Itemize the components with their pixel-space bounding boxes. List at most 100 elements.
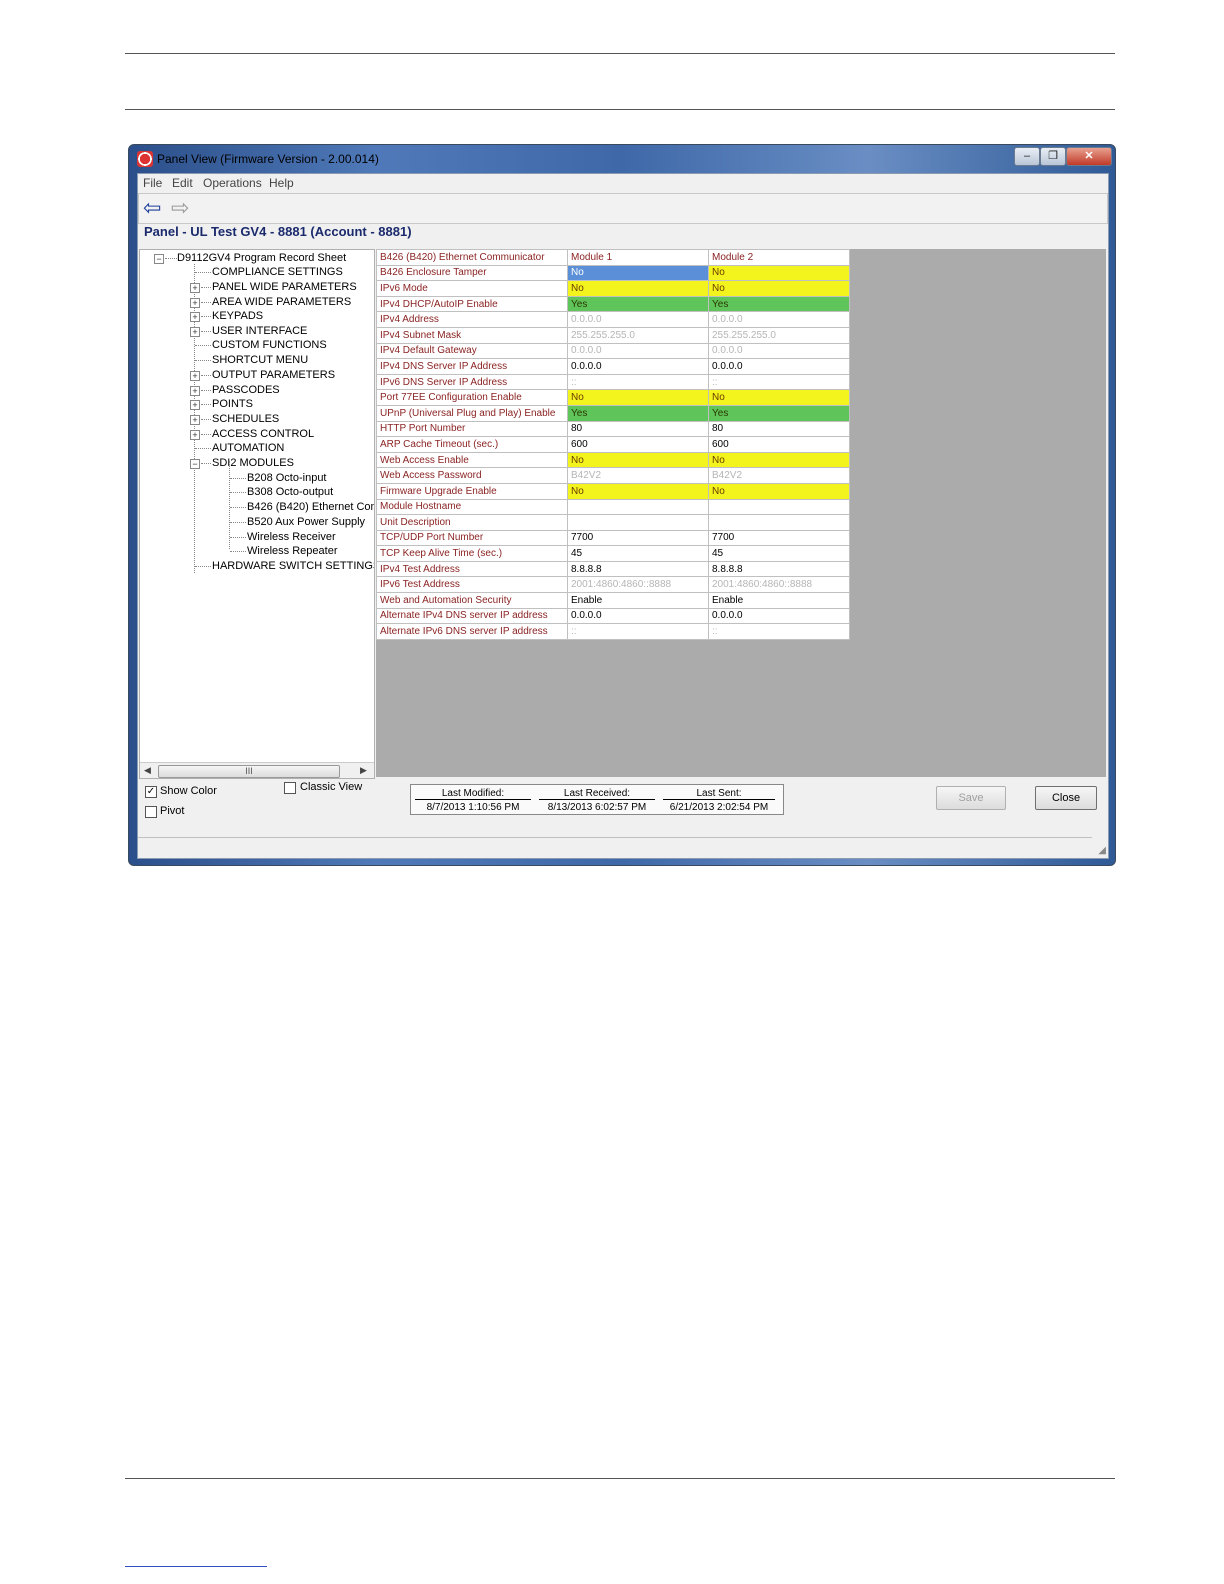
tree-child-item[interactable]: B426 (B420) Ethernet Comm (247, 500, 374, 514)
tree-expander-icon[interactable]: + (190, 400, 200, 410)
grid-cell-module-1[interactable]: 7700 (567, 529, 709, 547)
maximize-button[interactable]: ❐ (1040, 147, 1066, 166)
grid-cell-module-1[interactable]: No (567, 451, 709, 469)
tree-child-item[interactable]: Wireless Receiver (247, 530, 336, 544)
grid-cell-module-1[interactable]: 255.255.255.0 (567, 326, 709, 344)
grid-cell-module-2[interactable]: 255.255.255.0 (708, 326, 850, 344)
grid-cell-module-1[interactable]: 0.0.0.0 (567, 607, 709, 625)
grid-cell-module-2[interactable] (708, 514, 850, 531)
grid-cell-module-1[interactable]: 8.8.8.8 (567, 560, 709, 578)
grid-cell-module-1[interactable]: No (567, 482, 709, 500)
root-collapse-icon[interactable]: − (154, 254, 164, 264)
grid-cell-module-1[interactable]: No (567, 264, 709, 282)
tree-child-item[interactable]: Wireless Repeater (247, 544, 337, 558)
tree-item[interactable]: AUTOMATION (212, 441, 284, 455)
close-button[interactable]: Close (1035, 786, 1097, 810)
grid-cell-module-1[interactable]: :: (567, 373, 709, 391)
menu-edit[interactable]: Edit (172, 176, 193, 190)
grid-cell-module-2[interactable]: 0.0.0.0 (708, 342, 850, 360)
back-arrow-icon[interactable]: ⇦ (143, 197, 161, 219)
tree-expander-icon[interactable]: + (190, 327, 200, 337)
menu-operations[interactable]: Operations (203, 176, 262, 190)
grid-cell-module-2[interactable]: :: (708, 373, 850, 391)
grid-cell-module-1[interactable]: 0.0.0.0 (567, 311, 709, 328)
grid-cell-module-2[interactable]: 8.8.8.8 (708, 560, 850, 578)
grid-cell-module-2[interactable]: No (708, 264, 850, 282)
grid-cell-module-2[interactable]: 0.0.0.0 (708, 311, 850, 328)
tree-expander-icon[interactable]: + (190, 430, 200, 440)
tree-expander-icon[interactable]: + (190, 371, 200, 381)
grid-cell-module-2[interactable]: B42V2 (708, 467, 850, 484)
record-sheet-tree[interactable]: − D9112GV4 Program Record Sheet COMPLIAN… (139, 249, 375, 779)
grid-cell-module-1[interactable]: No (567, 389, 709, 406)
grid-cell-module-1[interactable]: 80 (567, 420, 709, 438)
tree-root[interactable]: D9112GV4 Program Record Sheet (177, 251, 346, 265)
tree-expander-icon[interactable]: + (190, 386, 200, 396)
title-bar[interactable]: Panel View (Firmware Version - 2.00.014)… (129, 145, 1115, 173)
tree-item[interactable]: COMPLIANCE SETTINGS (212, 265, 343, 279)
grid-cell-module-2[interactable]: 45 (708, 545, 850, 562)
tree-item[interactable]: CUSTOM FUNCTIONS (212, 338, 327, 352)
tree-horizontal-scrollbar[interactable]: ◀ III ▶ (140, 762, 374, 778)
grid-cell-module-1[interactable]: 600 (567, 436, 709, 453)
save-button[interactable]: Save (936, 786, 1006, 810)
grid-cell-module-2[interactable]: :: (708, 623, 850, 640)
tree-expander-icon[interactable]: + (190, 415, 200, 425)
tree-item[interactable]: SCHEDULES (212, 412, 279, 426)
grid-cell-module-2[interactable]: No (708, 451, 850, 469)
forward-arrow-icon[interactable]: ⇨ (171, 197, 189, 219)
tree-item[interactable]: POINTS (212, 397, 253, 411)
classic-view-checkbox[interactable] (284, 782, 296, 794)
grid-cell-module-1[interactable]: B42V2 (567, 467, 709, 484)
grid-cell-module-2[interactable]: 80 (708, 420, 850, 438)
tree-expander-icon[interactable]: + (190, 298, 200, 308)
tree-item[interactable]: ACCESS CONTROL (212, 427, 314, 441)
grid-cell-module-2[interactable]: 2001:4860:4860::8888 (708, 576, 850, 594)
tree-expander-icon[interactable]: − (190, 459, 200, 469)
tree-item[interactable]: USER INTERFACE (212, 324, 307, 338)
tree-child-item[interactable]: B308 Octo-output (247, 485, 333, 499)
grid-cell-module-2[interactable]: 0.0.0.0 (708, 607, 850, 625)
grid-cell-module-1[interactable]: 2001:4860:4860::8888 (567, 576, 709, 594)
scroll-thumb[interactable]: III (158, 765, 340, 778)
tree-item[interactable]: SDI2 MODULES (212, 456, 294, 470)
grid-cell-module-1[interactable]: 0.0.0.0 (567, 358, 709, 375)
close-window-button[interactable]: ✕ (1066, 147, 1112, 166)
grid-cell-module-1[interactable] (567, 498, 709, 516)
show-color-checkbox[interactable]: ✓ (145, 786, 157, 798)
grid-cell-module-2[interactable]: 7700 (708, 529, 850, 547)
tree-item[interactable]: PASSCODES (212, 383, 280, 397)
grid-cell-module-1[interactable]: :: (567, 623, 709, 640)
grid-cell-module-1[interactable]: Enable (567, 592, 709, 609)
tree-child-item[interactable]: B520 Aux Power Supply (247, 515, 365, 529)
tree-item[interactable]: KEYPADS (212, 309, 263, 323)
tree-item[interactable]: SHORTCUT MENU (212, 353, 308, 367)
grid-cell-module-1[interactable] (567, 514, 709, 531)
menu-help[interactable]: Help (269, 176, 294, 190)
grid-cell-module-2[interactable]: No (708, 389, 850, 406)
tree-item[interactable]: HARDWARE SWITCH SETTINGS (212, 559, 374, 573)
pivot-checkbox[interactable] (145, 806, 157, 818)
tree-item[interactable]: PANEL WIDE PARAMETERS (212, 280, 357, 294)
tree-item[interactable]: OUTPUT PARAMETERS (212, 368, 335, 382)
grid-cell-module-2[interactable]: Enable (708, 592, 850, 609)
tree-child-item[interactable]: B208 Octo-input (247, 471, 327, 485)
tree-expander-icon[interactable]: + (190, 312, 200, 322)
grid-cell-module-2[interactable]: 600 (708, 436, 850, 453)
grid-cell-module-1[interactable]: 0.0.0.0 (567, 342, 709, 360)
grid-cell-module-2[interactable] (708, 498, 850, 516)
grid-cell-module-2[interactable]: Yes (708, 295, 850, 313)
grid-cell-module-1[interactable]: Yes (567, 295, 709, 313)
scroll-right-icon[interactable]: ▶ (360, 765, 367, 776)
tree-item[interactable]: AREA WIDE PARAMETERS (212, 295, 351, 309)
grid-cell-module-1[interactable]: No (567, 280, 709, 297)
menu-file[interactable]: File (143, 176, 162, 190)
grid-cell-module-2[interactable]: No (708, 280, 850, 297)
resize-grip-icon[interactable]: ◢ (1098, 845, 1106, 856)
grid-cell-module-2[interactable]: No (708, 482, 850, 500)
scroll-left-icon[interactable]: ◀ (144, 765, 151, 776)
minimize-button[interactable]: – (1014, 147, 1040, 166)
grid-cell-module-2[interactable]: Yes (708, 404, 850, 422)
grid-cell-module-1[interactable]: Yes (567, 404, 709, 422)
grid-cell-module-2[interactable]: 0.0.0.0 (708, 358, 850, 375)
